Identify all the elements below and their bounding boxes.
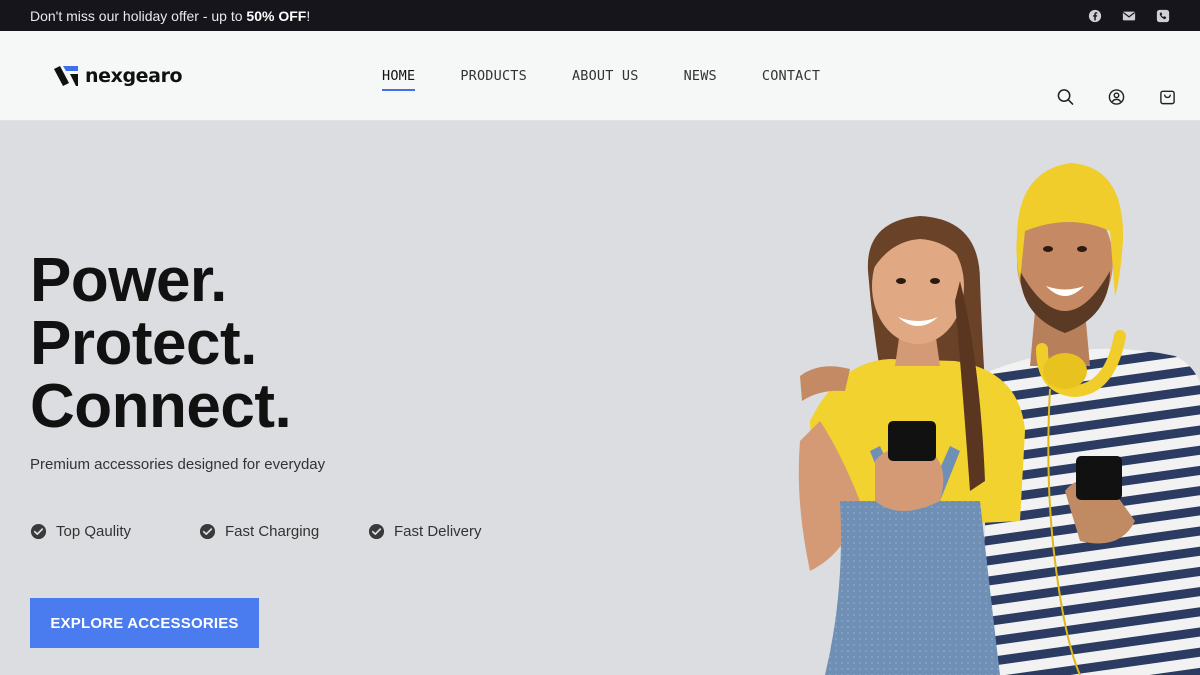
logo-text: nexgearo	[85, 65, 183, 87]
main-nav: HOME PRODUCTS ABOUT US NEWS CONTACT	[382, 68, 820, 91]
site-header: nexgearo HOME PRODUCTS ABOUT US NEWS CON…	[0, 31, 1200, 121]
feature-item: Fast Delivery	[368, 523, 482, 540]
woman-figure	[798, 216, 1025, 675]
search-icon[interactable]	[1057, 89, 1074, 106]
nav-products[interactable]: PRODUCTS	[460, 68, 527, 90]
nav-news[interactable]: NEWS	[684, 68, 717, 90]
promo-bar: Don't miss our holiday offer - up to 50%…	[0, 0, 1200, 31]
check-circle-icon	[368, 523, 385, 540]
promo-highlight: 50% OFF	[246, 7, 307, 24]
hero-image	[780, 121, 1200, 675]
headline-line-3: Connect.	[30, 372, 292, 441]
feature-label: Top Qaulity	[56, 523, 132, 540]
nav-about-us[interactable]: ABOUT US	[572, 68, 639, 90]
feature-label: Fast Delivery	[394, 523, 482, 540]
mail-icon[interactable]	[1122, 9, 1136, 23]
promo-text: Don't miss our holiday offer - up to 50%…	[30, 7, 311, 24]
check-circle-icon	[199, 523, 216, 540]
phone-icon[interactable]	[1156, 9, 1170, 23]
header-actions	[1057, 89, 1176, 106]
social-links	[1088, 9, 1170, 23]
nav-contact[interactable]: CONTACT	[762, 68, 820, 90]
headline-line-2: Protect.	[30, 309, 257, 378]
nav-home[interactable]: HOME	[382, 68, 416, 91]
feature-label: Fast Charging	[225, 523, 320, 540]
feature-item: Top Qaulity	[30, 523, 199, 540]
explore-accessories-button[interactable]: EXPLORE ACCESSORIES	[30, 598, 259, 648]
facebook-icon[interactable]	[1088, 9, 1102, 23]
headline-line-1: Power.	[30, 246, 227, 315]
logo[interactable]: nexgearo	[53, 65, 183, 87]
check-circle-icon	[30, 523, 47, 540]
hero-subtitle: Premium accessories designed for everyda…	[30, 456, 326, 473]
hero-section: Power. Protect. Connect. Premium accesso…	[0, 121, 1200, 675]
hero-headline: Power. Protect. Connect.	[30, 246, 292, 441]
cart-icon[interactable]	[1159, 89, 1176, 106]
logo-mark-icon	[53, 66, 79, 86]
feature-item: Fast Charging	[199, 523, 368, 540]
account-icon[interactable]	[1108, 89, 1125, 106]
feature-list: Top Qaulity Fast Charging Fast Delivery	[30, 523, 482, 540]
